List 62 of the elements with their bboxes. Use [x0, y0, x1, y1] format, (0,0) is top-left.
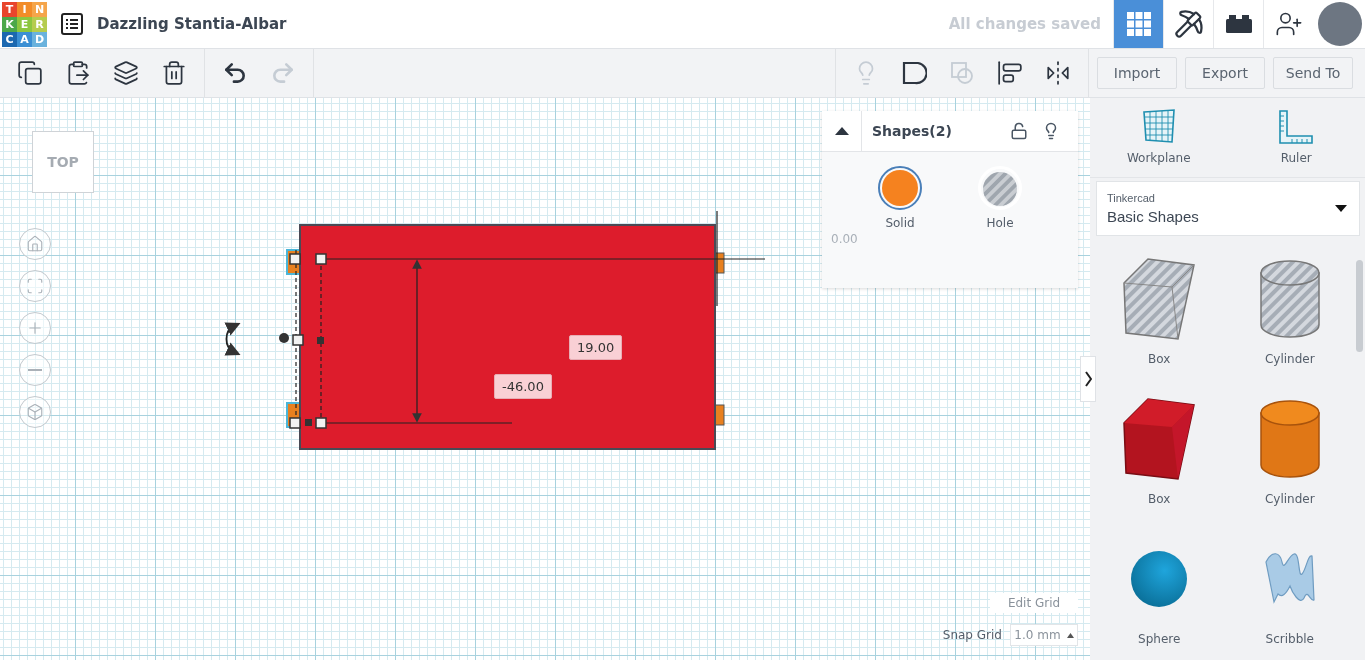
document-title[interactable]: Dazzling Stantia-Albar [97, 15, 287, 33]
redo-icon [270, 60, 296, 86]
align-icon [997, 60, 1023, 86]
cube-icon [26, 403, 44, 421]
dimension-value[interactable]: 19.00 [569, 335, 623, 360]
toolbar-text-button[interactable]: Import [1097, 57, 1177, 89]
shape-tile[interactable]: Cylinder [1224, 250, 1355, 380]
toolbar-text-button[interactable]: Send To [1273, 57, 1353, 89]
undo-icon [222, 60, 248, 86]
snap-grid-select[interactable]: 1.0 mm [1010, 624, 1078, 646]
logo-letter: I [17, 1, 32, 17]
mode-option[interactable]: Solid [878, 166, 922, 230]
duplicate-icon [113, 60, 139, 86]
delete-icon [161, 60, 187, 86]
shape-tile[interactable]: Cylinder [1224, 390, 1355, 520]
shape-tile[interactable]: Box [1094, 390, 1225, 520]
group-icon [901, 60, 927, 86]
box-shape[interactable] [299, 224, 716, 450]
mode-option[interactable]: Hole [978, 166, 1022, 230]
zoom-in-icon [26, 319, 44, 337]
panel-title: Shapes(2) [872, 123, 953, 139]
triangle-icon [834, 127, 849, 135]
logo-letter: N [32, 1, 47, 17]
logo-letter: T [2, 1, 17, 17]
edit-grid-button[interactable]: Edit Grid [990, 593, 1078, 613]
menu-icon[interactable] [61, 13, 83, 35]
dimension-value[interactable]: -46.00 [494, 374, 552, 399]
shape-tile[interactable]: Sphere [1094, 530, 1225, 660]
side-tool-button[interactable]: Ruler [1246, 109, 1347, 166]
side-tool-button[interactable]: Workplane [1108, 109, 1209, 166]
copy-icon [17, 60, 43, 86]
brick-icon [1224, 14, 1253, 34]
workplane-icon [1141, 109, 1176, 146]
avatar[interactable] [1318, 2, 1362, 46]
chevron-right-icon [1084, 371, 1092, 387]
ungroup-icon [949, 60, 975, 86]
scrollbar[interactable] [1356, 260, 1363, 352]
toolbar-text-button[interactable]: Export [1185, 57, 1265, 89]
resize-handles[interactable] [279, 253, 327, 429]
sphere-icon [1129, 549, 1190, 609]
save-status: All changes saved [948, 15, 1101, 33]
grid-icon [1125, 11, 1152, 37]
cylinder-icon [1258, 399, 1321, 479]
rotate-arrow-icon[interactable] [224, 322, 241, 356]
user-add-icon [1274, 10, 1303, 38]
snap-grid-label: Snap Grid [942, 628, 1002, 642]
caret-icon [1066, 632, 1074, 638]
ruler-icon [1278, 109, 1315, 146]
unlock-icon[interactable] [1010, 122, 1028, 140]
home-icon [26, 235, 44, 253]
shape-library-dropdown[interactable]: Tinkercad Basic Shapes [1096, 180, 1360, 236]
mirror-icon [1045, 60, 1071, 86]
panel-toggle-button[interactable] [1080, 356, 1096, 402]
paste-icon [65, 60, 91, 86]
pickaxe-icon [1173, 9, 1204, 39]
fit-view-icon [26, 277, 44, 295]
striped-cylinder-icon [1258, 259, 1321, 339]
faint-value: 0.00 [831, 232, 858, 246]
shape-tile[interactable]: Box [1094, 250, 1225, 380]
logo[interactable]: T I N K E R C A D [2, 1, 47, 47]
shape-tile[interactable]: Scribble [1224, 530, 1355, 660]
caret-down-icon [1335, 204, 1347, 212]
